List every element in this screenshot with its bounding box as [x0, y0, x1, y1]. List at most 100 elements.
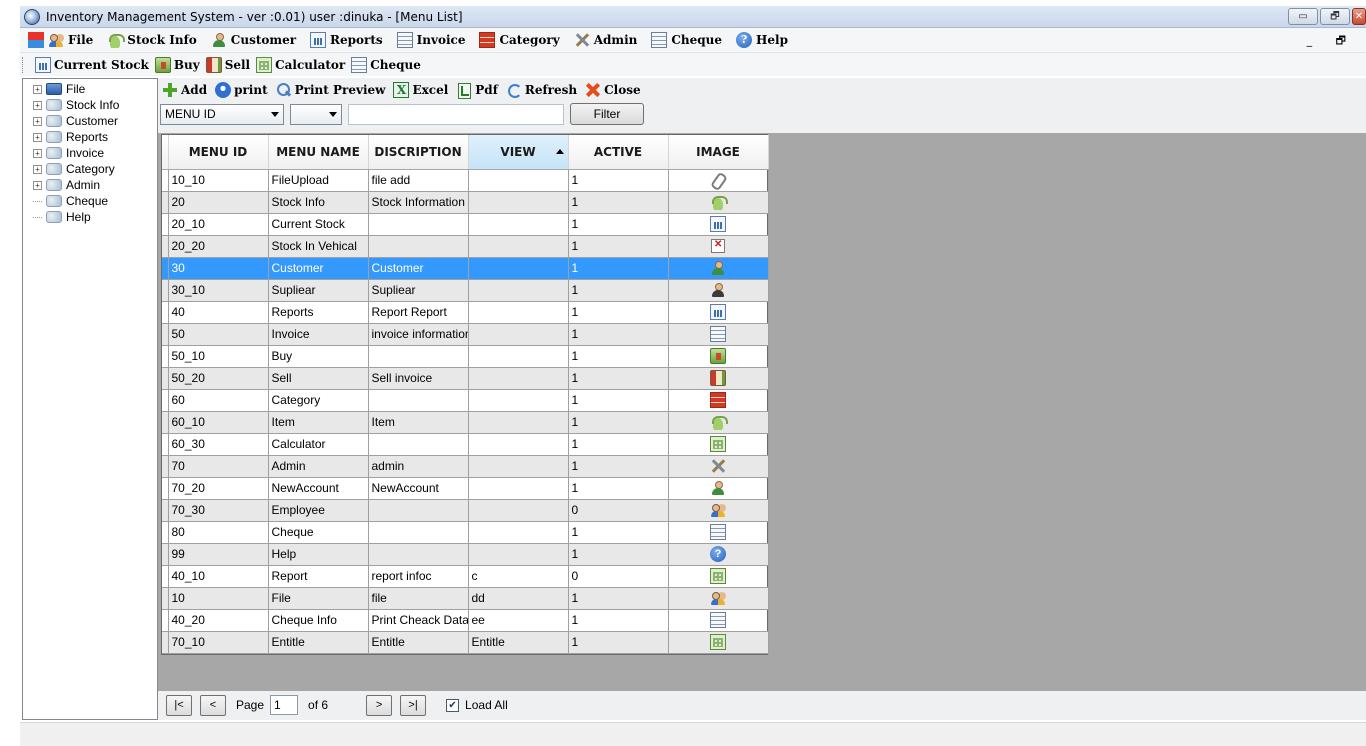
active-cell[interactable]: 1	[568, 345, 669, 368]
description-cell[interactable]	[368, 543, 469, 566]
menu-stock-info[interactable]: Stock Info	[107, 32, 197, 48]
menu-name-cell[interactable]: Category	[268, 389, 369, 412]
table-row[interactable]: 40_10 Report report infoc c 0	[162, 565, 769, 588]
description-cell[interactable]: Stock Information	[368, 191, 469, 214]
menu-name-cell[interactable]: NewAccount	[268, 477, 369, 500]
image-cell[interactable]	[668, 389, 769, 412]
active-cell[interactable]: 1	[568, 543, 669, 566]
active-cell[interactable]: 1	[568, 609, 669, 632]
image-cell[interactable]	[668, 345, 769, 368]
image-cell[interactable]	[668, 587, 769, 610]
image-cell[interactable]	[668, 609, 769, 632]
active-cell[interactable]: 1	[568, 587, 669, 610]
menu-name-cell[interactable]: FileUpload	[268, 169, 369, 192]
view-cell[interactable]	[468, 279, 569, 302]
column-header-view[interactable]: VIEW	[468, 135, 569, 170]
menu-id-cell[interactable]: 80	[168, 521, 269, 544]
expand-icon[interactable]: +	[33, 180, 42, 190]
menu-id-cell[interactable]: 40	[168, 301, 269, 324]
menu-name-cell[interactable]: Stock Info	[268, 191, 369, 214]
table-row[interactable]: 30 Customer Customer 1	[162, 257, 769, 280]
menu-category[interactable]: Category	[479, 32, 560, 48]
description-cell[interactable]	[368, 389, 469, 412]
column-header-menu-id[interactable]: MENU ID	[168, 135, 269, 170]
tree-item-category[interactable]: + Category	[33, 161, 115, 177]
image-cell[interactable]	[668, 433, 769, 456]
table-row[interactable]: 60_30 Calculator 1	[162, 433, 769, 456]
active-cell[interactable]: 1	[568, 367, 669, 390]
tree-item-reports[interactable]: + Reports	[33, 129, 108, 145]
menu-id-cell[interactable]: 20_20	[168, 235, 269, 258]
refresh-button[interactable]: Refresh	[506, 82, 577, 98]
menu-name-cell[interactable]: Employee	[268, 499, 369, 522]
add-button[interactable]: Add	[162, 82, 207, 98]
restore-button[interactable]: 🗗	[1320, 8, 1350, 25]
menu-id-cell[interactable]: 70_30	[168, 499, 269, 522]
toolbar-current-stock-button[interactable]: Current Stock	[35, 56, 149, 73]
description-cell[interactable]: file	[368, 587, 469, 610]
description-cell[interactable]: Print Cheack Data	[368, 609, 469, 632]
toolbar-sell-button[interactable]: Sell	[205, 56, 250, 73]
toolbar-buy-button[interactable]: Buy	[154, 56, 200, 73]
menu-id-cell[interactable]: 60	[168, 389, 269, 412]
menu-id-cell[interactable]: 70_10	[168, 631, 269, 654]
active-cell[interactable]: 1	[568, 323, 669, 346]
view-cell[interactable]	[468, 389, 569, 412]
table-row[interactable]: 10 File file dd 1	[162, 587, 769, 610]
table-row[interactable]: 70_20 NewAccount NewAccount 1	[162, 477, 769, 500]
active-cell[interactable]: 1	[568, 191, 669, 214]
filter-operator-select[interactable]	[290, 103, 342, 125]
table-row[interactable]: 10_10 FileUpload file add 1	[162, 169, 769, 192]
description-cell[interactable]: Item	[368, 411, 469, 434]
active-cell[interactable]: 1	[568, 477, 669, 500]
active-cell[interactable]: 1	[568, 169, 669, 192]
active-cell[interactable]: 1	[568, 389, 669, 412]
menu-cheque[interactable]: Cheque	[651, 32, 722, 48]
view-cell[interactable]	[468, 367, 569, 390]
active-cell[interactable]: 1	[568, 235, 669, 258]
description-cell[interactable]: Supliear	[368, 279, 469, 302]
close-window-button[interactable]: ✕	[1352, 8, 1366, 25]
menu-id-cell[interactable]: 20_10	[168, 213, 269, 236]
menu-invoice[interactable]: Invoice	[396, 32, 465, 48]
column-header-active[interactable]: ACTIVE	[568, 135, 669, 170]
active-cell[interactable]: 1	[568, 213, 669, 236]
menu-id-cell[interactable]: 50_10	[168, 345, 269, 368]
menu-file[interactable]: File	[28, 32, 93, 48]
view-cell[interactable]	[468, 257, 569, 280]
description-cell[interactable]	[368, 235, 469, 258]
menu-id-cell[interactable]: 40_10	[168, 565, 269, 588]
active-cell[interactable]: 0	[568, 499, 669, 522]
active-cell[interactable]: 1	[568, 631, 669, 654]
table-row[interactable]: 70_30 Employee 0	[162, 499, 769, 522]
tree-item-stock-info[interactable]: + Stock Info	[33, 97, 119, 113]
description-cell[interactable]: file add	[368, 169, 469, 192]
view-cell[interactable]	[468, 521, 569, 544]
tree-item-admin[interactable]: + Admin	[33, 177, 100, 193]
view-cell[interactable]	[468, 235, 569, 258]
menu-id-cell[interactable]: 30	[168, 257, 269, 280]
menu-name-cell[interactable]: Admin	[268, 455, 369, 478]
expand-icon[interactable]: +	[33, 164, 42, 174]
image-cell[interactable]	[668, 213, 769, 236]
expand-icon[interactable]: +	[33, 132, 42, 142]
menu-name-cell[interactable]: Supliear	[268, 279, 369, 302]
menu-id-cell[interactable]: 20	[168, 191, 269, 214]
menu-name-cell[interactable]: File	[268, 587, 369, 610]
image-cell[interactable]	[668, 543, 769, 566]
image-cell[interactable]	[668, 477, 769, 500]
menu-reports[interactable]: Reports	[310, 32, 383, 48]
image-cell[interactable]	[668, 455, 769, 478]
tree-item-file[interactable]: + File	[33, 81, 85, 97]
view-cell[interactable]	[468, 213, 569, 236]
view-cell[interactable]: dd	[468, 587, 569, 610]
description-cell[interactable]: admin	[368, 455, 469, 478]
image-cell[interactable]	[668, 279, 769, 302]
image-cell[interactable]	[668, 257, 769, 280]
first-page-button[interactable]: |<	[166, 694, 192, 716]
menu-name-cell[interactable]: Help	[268, 543, 369, 566]
expand-icon[interactable]: +	[33, 116, 42, 126]
active-cell[interactable]: 1	[568, 301, 669, 324]
next-page-button[interactable]: >	[366, 694, 393, 716]
menu-id-cell[interactable]: 50	[168, 323, 269, 346]
